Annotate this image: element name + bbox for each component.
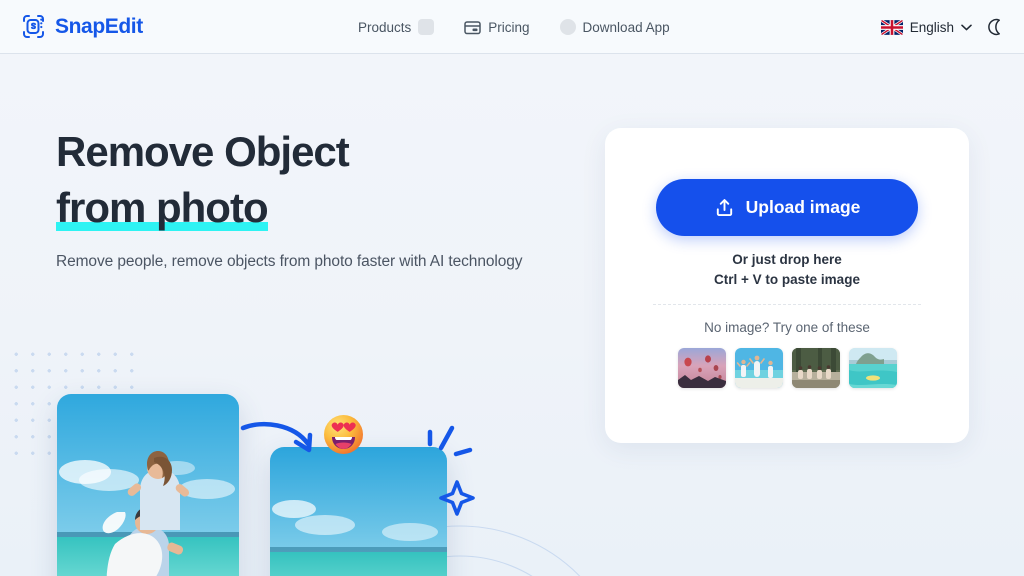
sample-thumbnail-lagoon[interactable] xyxy=(848,348,897,388)
drop-line-1: Or just drop here xyxy=(732,252,842,267)
nav-label-products: Products xyxy=(358,19,412,35)
after-photo-card xyxy=(270,447,447,576)
site-header: SnapEdit Products Pricing Download App E… xyxy=(0,0,1024,54)
nav-item-pricing[interactable]: Pricing xyxy=(464,19,530,36)
card-divider xyxy=(653,304,921,305)
sample-thumbnail-forest[interactable] xyxy=(791,348,840,388)
scan-s-icon xyxy=(23,15,44,38)
sample-thumbnail-beach-jump[interactable] xyxy=(734,348,783,388)
upload-icon xyxy=(716,199,732,217)
sample-images-label: No image? Try one of these xyxy=(704,320,870,335)
nav-item-download-app[interactable]: Download App xyxy=(559,19,670,35)
main-navigation: Products Pricing Download App xyxy=(358,0,670,54)
language-label: English xyxy=(909,19,954,35)
upload-button-label: Upload image xyxy=(745,197,861,217)
credit-card-icon xyxy=(464,20,482,34)
nav-label-pricing: Pricing xyxy=(488,19,530,35)
before-photo-card xyxy=(57,394,239,576)
moon-icon xyxy=(988,18,1000,36)
brand-logo[interactable]: SnapEdit xyxy=(21,13,143,40)
nav-item-products[interactable]: Products xyxy=(358,19,435,35)
upload-image-button[interactable]: Upload image xyxy=(656,179,918,236)
nav-label-download-app: Download App xyxy=(582,19,670,35)
page-title: Remove Object from photo xyxy=(56,124,616,236)
title-line-2: from photo xyxy=(56,184,269,231)
chevron-down-icon xyxy=(961,24,972,30)
sparkle-star-icon xyxy=(427,425,475,516)
drop-instructions: Or just drop here Ctrl + V to paste imag… xyxy=(605,250,969,290)
placeholder-square-icon xyxy=(418,19,435,35)
curved-arrow-icon xyxy=(240,421,313,453)
sample-thumbnail-balloons[interactable] xyxy=(677,348,726,388)
upload-card: Upload image Or just drop here Ctrl + V … xyxy=(605,128,969,443)
hero-text-block: Remove Object from photo Remove people, … xyxy=(56,124,616,271)
sample-thumbnails xyxy=(605,348,969,388)
title-line-2-wrapper: from photo xyxy=(56,180,269,236)
language-selector[interactable]: English xyxy=(880,19,972,35)
heart-eyes-emoji xyxy=(324,415,363,454)
page-subtitle: Remove people, remove objects from photo… xyxy=(56,253,523,270)
header-actions: English xyxy=(880,0,1004,54)
uk-flag-icon xyxy=(880,19,903,35)
title-line-1: Remove Object xyxy=(56,128,350,175)
theme-toggle-button[interactable] xyxy=(986,18,1004,36)
placeholder-circle-icon xyxy=(559,19,576,35)
drop-line-2: Ctrl + V to paste image xyxy=(714,272,860,287)
brand-name: SnapEdit xyxy=(55,14,143,38)
